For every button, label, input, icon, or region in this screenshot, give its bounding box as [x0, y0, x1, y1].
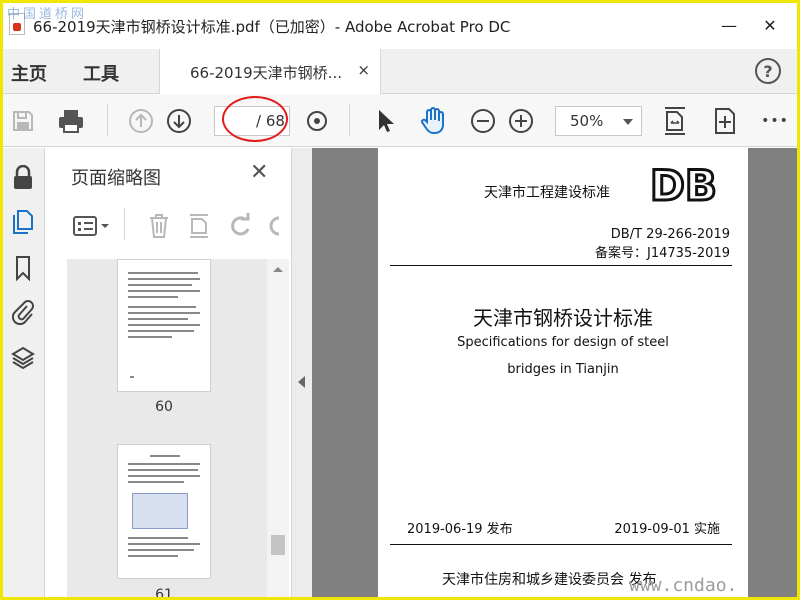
fit-page-icon[interactable] — [661, 107, 689, 135]
delete-page-icon[interactable] — [145, 211, 173, 241]
scroll-up-icon[interactable] — [272, 265, 284, 273]
window-title: 66-2019天津市钢桥设计标准.pdf（已加密）- Adobe Acrobat… — [33, 18, 511, 36]
zoom-in-icon[interactable] — [507, 107, 535, 135]
collapse-left-icon — [298, 376, 305, 388]
page-total: / 68 — [256, 112, 285, 130]
panel-close-icon[interactable]: ✕ — [250, 160, 268, 185]
extract-page-icon[interactable] — [185, 211, 213, 241]
panel-title: 页面缩略图 — [71, 168, 161, 189]
footer-rule — [390, 544, 732, 545]
thumbnail-options-button[interactable] — [71, 211, 111, 241]
thumbnail-list: 60 61 — [67, 259, 289, 600]
save-icon[interactable] — [9, 107, 37, 135]
attachment-icon[interactable] — [9, 298, 37, 326]
previous-page-icon[interactable] — [127, 107, 155, 135]
rotate-page-icon[interactable] — [227, 211, 255, 241]
hand-tool-icon[interactable] — [419, 107, 447, 135]
zoom-value: 50% — [570, 112, 604, 130]
thumbnail-label: 61 — [155, 587, 173, 600]
lock-icon[interactable] — [9, 164, 37, 192]
page-thumbnails-icon[interactable] — [9, 208, 37, 236]
document-tab-label: 66-2019天津市钢桥... — [190, 64, 342, 82]
toolbar-separator — [107, 104, 108, 136]
panel-collapse-strip[interactable] — [292, 148, 312, 597]
navigation-rail — [3, 148, 45, 597]
document-tab[interactable]: 66-2019天津市钢桥... × — [159, 49, 381, 94]
toolbar: / 68 50% ••• — [3, 94, 797, 147]
next-page-icon[interactable] — [165, 107, 193, 135]
doc-header: 天津市工程建设标准 — [484, 185, 610, 201]
document-title-cn: 天津市钢桥设计标准 — [473, 306, 653, 330]
page-thumbnail[interactable] — [117, 259, 211, 392]
document-title-en-line1: Specifications for design of steel — [457, 335, 669, 350]
thumbnail-scrollbar[interactable] — [267, 259, 289, 597]
title-bar: 中国道桥网 66-2019天津市钢桥设计标准.pdf（已加密）- Adobe A… — [3, 3, 797, 49]
issue-date: 2019-06-19 发布 — [407, 522, 513, 537]
minimize-button[interactable]: — — [719, 15, 739, 35]
menu-home[interactable]: 主页 — [11, 60, 47, 86]
close-window-button[interactable]: ✕ — [760, 15, 780, 35]
panel-separator — [124, 208, 125, 240]
zoom-out-icon[interactable] — [469, 107, 497, 135]
more-tools-icon[interactable]: ••• — [761, 107, 789, 135]
toolbar-separator — [349, 104, 350, 136]
header-rule — [390, 265, 732, 266]
bookmark-icon[interactable] — [9, 254, 37, 282]
standard-number: DB/T 29-266-2019 — [610, 227, 730, 242]
page-circle-icon[interactable] — [303, 107, 331, 135]
watermark-bottom: www.cndao. — [629, 575, 738, 596]
tab-bar: 主页 工具 66-2019天津市钢桥... × ? — [3, 49, 797, 94]
close-icon: ✕ — [763, 15, 777, 35]
implementation-date: 2019-09-01 实施 — [614, 522, 720, 537]
tab-close-icon[interactable]: × — [357, 61, 370, 79]
thumbnails-panel: 页面缩略图 ✕ 60 61 — [45, 148, 292, 600]
figure-thumbnail — [132, 493, 188, 529]
minimize-icon: — — [721, 15, 737, 35]
print-icon[interactable] — [57, 107, 85, 135]
scrollbar-thumb[interactable] — [271, 535, 285, 555]
thumbnail-label: 60 — [155, 399, 173, 415]
page-thumbnail[interactable] — [117, 444, 211, 579]
rotate-clockwise-icon[interactable] — [267, 211, 287, 241]
db-logo-text: DB — [650, 162, 717, 206]
record-number: 备案号：J14735-2019 — [595, 246, 730, 261]
app-window: 中国道桥网 66-2019天津市钢桥设计标准.pdf（已加密）- Adobe A… — [0, 0, 800, 600]
full-screen-icon[interactable] — [711, 107, 739, 135]
page-number-input[interactable] — [215, 107, 249, 135]
help-icon[interactable]: ? — [755, 58, 781, 84]
layers-icon[interactable] — [9, 344, 37, 372]
db-logo: DB — [649, 162, 719, 206]
chevron-down-icon — [623, 119, 633, 125]
select-cursor-icon[interactable] — [371, 107, 399, 135]
zoom-select[interactable]: 50% — [555, 106, 642, 136]
document-page: 天津市工程建设标准 DB DB/T 29-266-2019 备案号：J14735… — [378, 148, 748, 597]
document-title-en-line2: bridges in Tianjin — [507, 362, 619, 377]
menu-tools[interactable]: 工具 — [83, 60, 119, 86]
page-number-box: / 68 — [214, 106, 290, 136]
standard-number-block: DB/T 29-266-2019 备案号：J14735-2019 — [595, 225, 730, 263]
document-view[interactable]: 天津市工程建设标准 DB DB/T 29-266-2019 备案号：J14735… — [312, 148, 797, 597]
issuer: 天津市住房和城乡建设委员会 发布 — [442, 572, 657, 588]
